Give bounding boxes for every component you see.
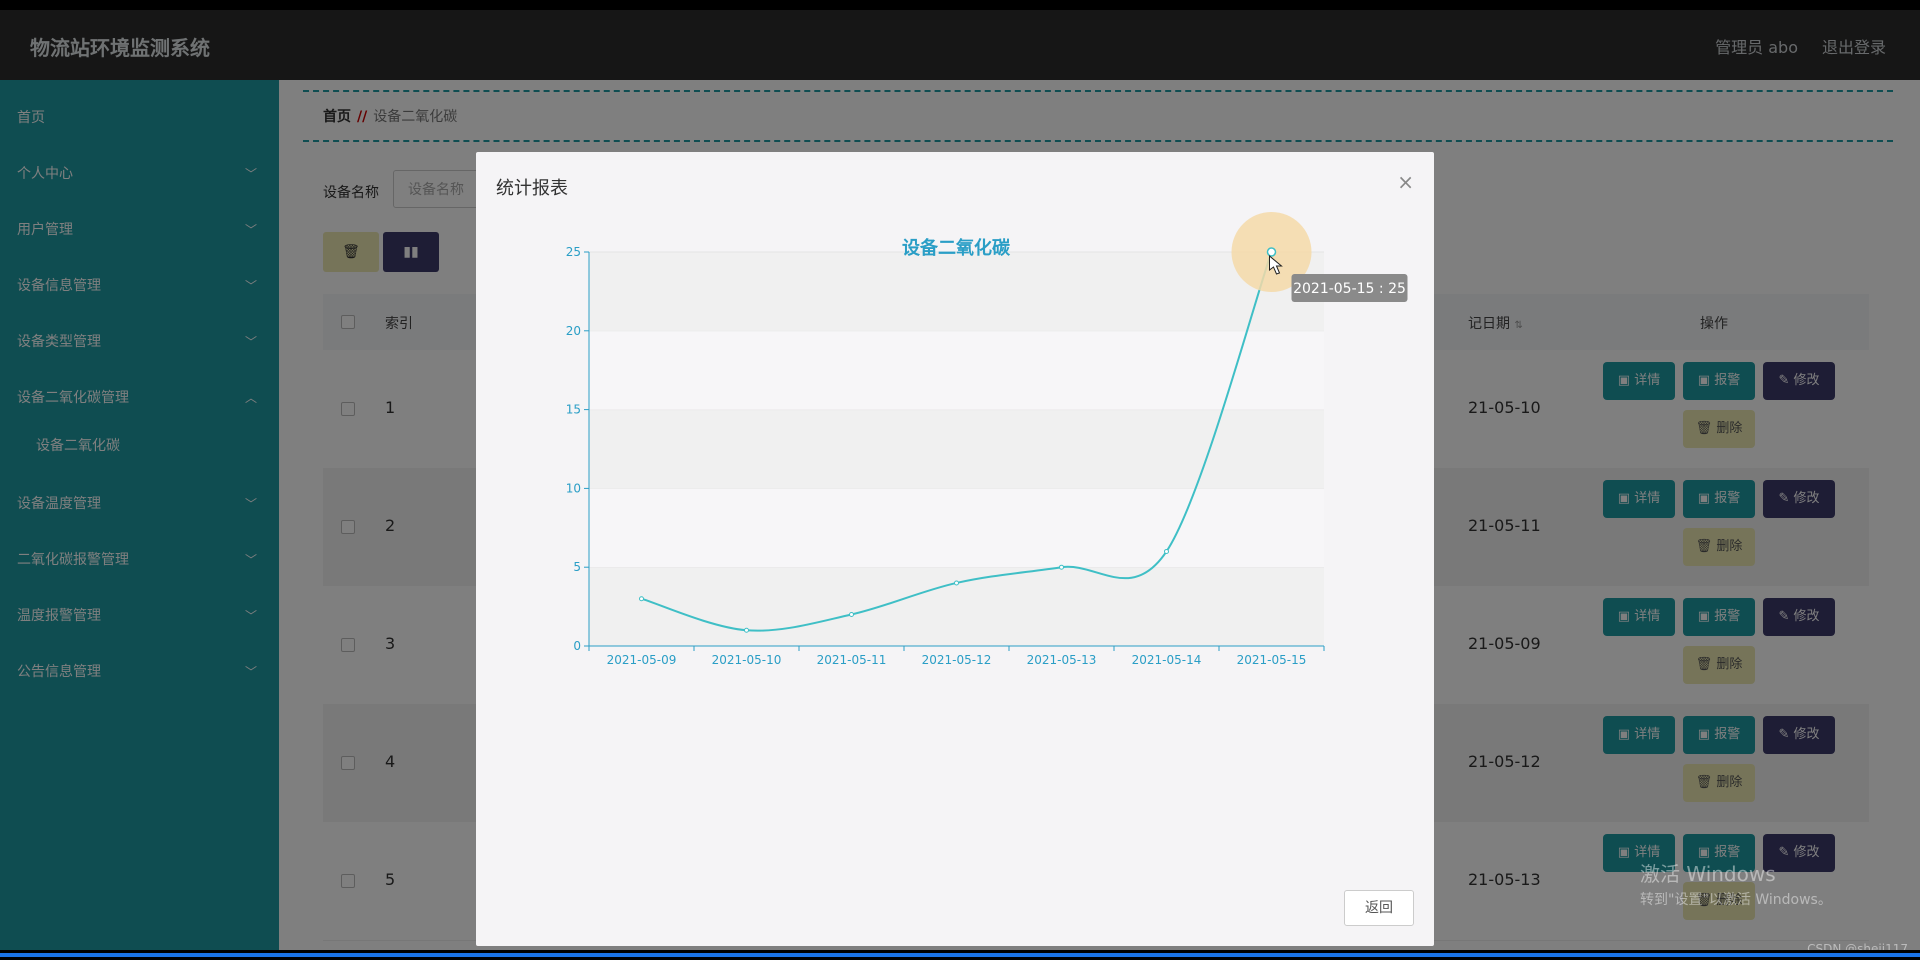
statistics-modal: 统计报表 × 0 5 10 15 20 25 2021-05-09 2021-05-10 202… bbox=[476, 152, 1434, 946]
progress-strip bbox=[0, 950, 1920, 960]
y-tick-label: 25 bbox=[566, 245, 581, 259]
x-tick-label: 2021-05-11 bbox=[817, 653, 887, 667]
y-tick-label: 5 bbox=[573, 560, 581, 574]
y-tick-label: 20 bbox=[566, 324, 581, 338]
data-point bbox=[1059, 564, 1064, 570]
windows-activation-watermark: 激活 Windows 转到"设置"以激活 Windows。 bbox=[1640, 862, 1832, 908]
data-point bbox=[954, 580, 959, 586]
hovered-data-point bbox=[1266, 247, 1277, 257]
grid-band bbox=[589, 488, 1324, 568]
x-tick-label: 2021-05-15 bbox=[1237, 653, 1307, 667]
grid-band bbox=[589, 330, 1324, 410]
back-button[interactable]: 返回 bbox=[1344, 890, 1414, 926]
x-tick-label: 2021-05-10 bbox=[712, 653, 782, 667]
y-tick-label: 10 bbox=[566, 481, 581, 495]
x-tick-label: 2021-05-14 bbox=[1132, 653, 1202, 667]
data-point bbox=[849, 611, 854, 617]
x-tick-label: 2021-05-13 bbox=[1027, 653, 1097, 667]
x-tick-label: 2021-05-09 bbox=[607, 653, 677, 667]
data-point bbox=[1164, 548, 1169, 554]
grid-band bbox=[589, 252, 1324, 331]
y-tick-label: 0 bbox=[573, 639, 581, 653]
grid-band bbox=[589, 567, 1324, 646]
app-window: 物流站环境监测系统 管理员 abo 退出登录 首页个人中心﹀用户管理﹀设备信息管… bbox=[0, 10, 1920, 950]
co2-line-chart: 0 5 10 15 20 25 2021-05-09 2021-05-10 2021-05-11… bbox=[566, 212, 1408, 667]
y-tick-label: 15 bbox=[566, 403, 581, 417]
x-tick-label: 2021-05-12 bbox=[922, 653, 992, 667]
data-point bbox=[744, 627, 749, 633]
csdn-credit: CSDN @sheji117 bbox=[1807, 942, 1908, 950]
chart-title: 设备二氧化碳 bbox=[902, 237, 1011, 259]
tooltip-text: 2021-05-15 : 25 bbox=[1293, 281, 1406, 297]
data-point bbox=[639, 596, 644, 602]
grid-band bbox=[589, 409, 1324, 489]
